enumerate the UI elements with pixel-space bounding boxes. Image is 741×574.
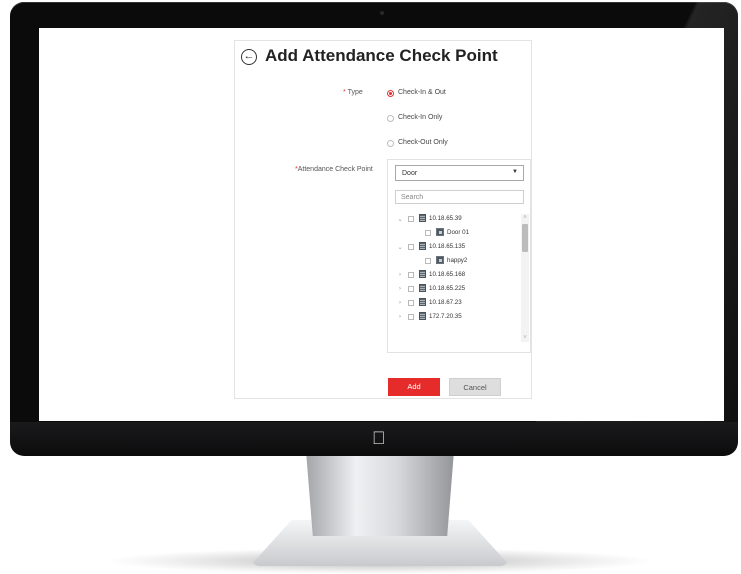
tree-checkbox[interactable]: [425, 257, 431, 264]
type-label: * Type: [343, 89, 363, 96]
search-input[interactable]: Search: [395, 190, 524, 204]
tree-node[interactable]: happy2: [396, 256, 516, 266]
option-check-in-out-label[interactable]: Check-In & Out: [398, 89, 446, 96]
radio-check-out-only[interactable]: [387, 140, 394, 147]
tree-node-label: 10.18.65.39: [429, 215, 462, 222]
scroll-thumb[interactable]: [522, 224, 528, 252]
add-checkpoint-panel: ← Add Attendance Check Point * Type Chec…: [234, 40, 532, 399]
device-icon: [419, 242, 426, 250]
tree-node-label: Door 01: [447, 229, 470, 236]
checkpoint-label: *Attendance Check Point: [295, 166, 373, 173]
screen: ← Add Attendance Check Point * Type Chec…: [39, 28, 724, 421]
cancel-button[interactable]: Cancel: [449, 378, 501, 396]
tree-node[interactable]: ⌄ 10.18.65.135: [396, 242, 516, 252]
tree-node[interactable]: › 10.18.67.23: [396, 298, 516, 308]
tree-checkbox[interactable]: [408, 285, 414, 292]
checkpoint-dropdown-panel: Door ▼ Search ⌄ 10.18.65.39 Door 01 ⌄ 10…: [387, 159, 531, 353]
page-title: Add Attendance Check Point: [265, 46, 498, 65]
monitor-stand-neck: [306, 456, 454, 536]
device-icon: [419, 312, 426, 320]
tree-node-label: 10.18.65.135: [429, 243, 466, 250]
tree-node-label: 10.18.65.168: [429, 271, 466, 278]
tree-checkbox[interactable]: [408, 313, 414, 320]
scroll-down-icon[interactable]: ˅: [521, 334, 529, 342]
radio-check-in-only[interactable]: [387, 115, 394, 122]
scroll-up-icon[interactable]: ˄: [521, 214, 529, 222]
device-icon: [419, 284, 426, 292]
device-icon: [419, 298, 426, 306]
device-tree: ⌄ 10.18.65.39 Door 01 ⌄ 10.18.65.135 hap…: [396, 214, 524, 344]
chevron-right-icon[interactable]: ›: [396, 299, 404, 306]
device-icon: [419, 214, 426, 222]
tree-checkbox[interactable]: [408, 243, 414, 250]
chevron-right-icon[interactable]: ›: [396, 313, 404, 320]
option-check-in-only-label[interactable]: Check-In Only: [398, 114, 442, 121]
tree-node-label: 10.18.65.225: [429, 285, 466, 292]
chevron-right-icon[interactable]: ›: [396, 285, 404, 292]
tree-checkbox[interactable]: [408, 215, 414, 222]
tree-node[interactable]: Door 01: [396, 228, 516, 238]
chevron-down-icon[interactable]: ⌄: [396, 215, 404, 223]
door-icon: [436, 228, 444, 236]
search-placeholder: Search: [401, 194, 424, 201]
tree-node[interactable]: ⌄ 10.18.65.39: [396, 214, 516, 224]
tree-node-label: happy2: [447, 257, 468, 264]
tree-node[interactable]: › 10.18.65.168: [396, 270, 516, 280]
checkpoint-select[interactable]: Door ▼: [395, 165, 524, 181]
checkpoint-label-text: Attendance Check Point: [297, 166, 373, 173]
required-mark: *: [343, 89, 346, 96]
option-check-out-only-label[interactable]: Check-Out Only: [398, 139, 448, 146]
type-label-text: Type: [347, 89, 363, 96]
tree-node-label: 172.7.20.35: [429, 313, 462, 320]
radio-check-in-out[interactable]: [387, 90, 394, 97]
webcam-icon: [380, 11, 384, 15]
tree-node[interactable]: › 10.18.65.225: [396, 284, 516, 294]
tree-node[interactable]: › 172.7.20.35: [396, 312, 516, 322]
tree-checkbox[interactable]: [408, 299, 414, 306]
apple-logo-icon: : [372, 428, 386, 448]
checkpoint-select-value: Door: [402, 170, 418, 177]
add-button[interactable]: Add: [388, 378, 440, 396]
caret-down-icon: ▼: [512, 169, 518, 175]
back-arrow-icon[interactable]: ←: [241, 49, 257, 65]
door-icon: [436, 256, 444, 264]
chevron-down-icon[interactable]: ⌄: [396, 243, 404, 251]
tree-checkbox[interactable]: [425, 229, 431, 236]
tree-checkbox[interactable]: [408, 271, 414, 278]
chevron-right-icon[interactable]: ›: [396, 271, 404, 278]
tree-scrollbar[interactable]: ˄ ˅: [521, 214, 529, 342]
device-icon: [419, 270, 426, 278]
tree-node-label: 10.18.67.23: [429, 299, 462, 306]
